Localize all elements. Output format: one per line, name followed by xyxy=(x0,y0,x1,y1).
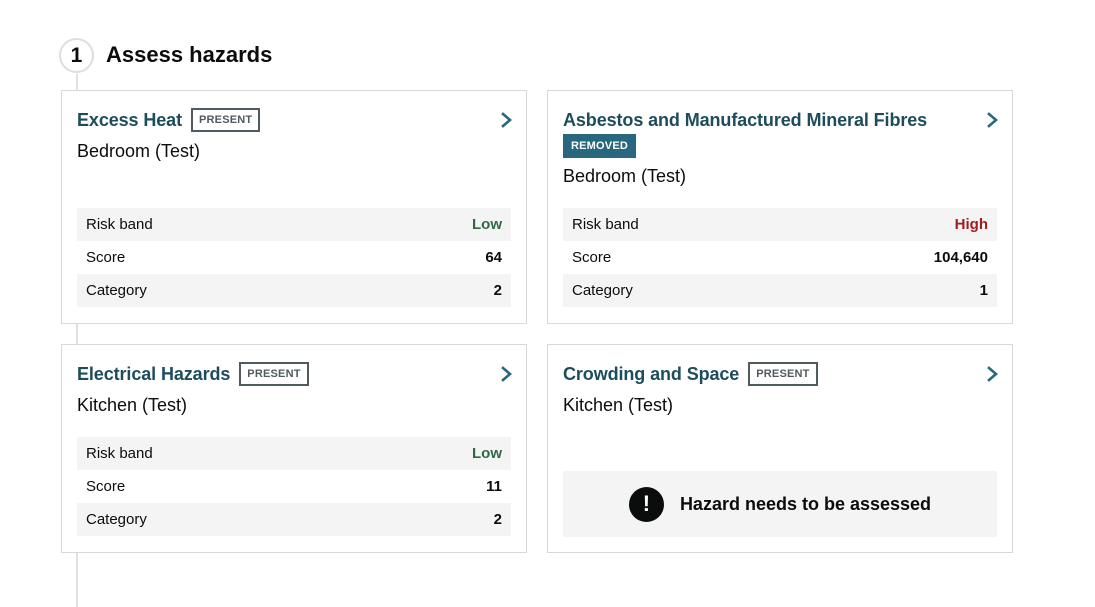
score-value: 104,640 xyxy=(933,249,988,266)
assessment-needed-text: Hazard needs to be assessed xyxy=(679,493,932,514)
hazard-summary-table: Risk band Low Score 11 Category 2 xyxy=(77,437,511,536)
risk-band-value: Low xyxy=(472,216,502,233)
row-label: Category xyxy=(86,282,147,299)
table-row: Category 2 xyxy=(77,503,511,536)
hazard-card-excess-heat[interactable]: Excess Heat PRESENT Bedroom (Test) Risk … xyxy=(61,90,527,324)
hazard-card-crowding[interactable]: Crowding and Space PRESENT Kitchen (Test… xyxy=(547,344,1013,553)
row-label: Risk band xyxy=(572,216,639,233)
hazard-location: Kitchen (Test) xyxy=(563,395,674,415)
hazard-summary-table: Risk band High Score 104,640 Category 1 xyxy=(563,208,997,307)
chevron-right-icon[interactable] xyxy=(986,365,1000,383)
card-header: Asbestos and Manufactured Mineral Fibres xyxy=(563,107,997,133)
exclamation-icon: ! xyxy=(628,486,664,522)
chevron-right-icon[interactable] xyxy=(500,111,514,129)
row-label: Score xyxy=(86,249,126,266)
card-header: Crowding and Space PRESENT xyxy=(563,361,997,387)
score-value: 64 xyxy=(485,249,502,266)
table-row: Score 104,640 xyxy=(563,241,997,274)
table-row: Risk band Low xyxy=(77,437,511,470)
category-value: 2 xyxy=(493,511,502,528)
table-row: Score 11 xyxy=(77,470,511,503)
status-tag: PRESENT xyxy=(190,108,261,132)
row-label: Score xyxy=(86,478,126,495)
assessment-needed-notice: ! Hazard needs to be assessed xyxy=(563,471,997,537)
score-value: 11 xyxy=(486,478,502,495)
row-label: Category xyxy=(86,511,147,528)
hazard-location: Bedroom (Test) xyxy=(77,141,201,161)
card-header: Excess Heat PRESENT xyxy=(77,107,511,133)
table-row: Risk band High xyxy=(563,208,997,241)
status-tag: REMOVED xyxy=(563,134,637,158)
hazard-title[interactable]: Electrical Hazards xyxy=(77,362,230,386)
step-title: Assess hazards xyxy=(106,42,273,67)
category-value: 1 xyxy=(979,282,988,299)
hazard-card-asbestos[interactable]: Asbestos and Manufactured Mineral Fibres… xyxy=(547,90,1013,324)
hazard-title[interactable]: Crowding and Space xyxy=(563,362,739,386)
status-tag: PRESENT xyxy=(748,362,818,386)
table-row: Score 64 xyxy=(77,241,511,274)
hazard-location: Bedroom (Test) xyxy=(563,166,687,186)
row-label: Score xyxy=(572,249,612,266)
risk-band-value: High xyxy=(954,216,988,233)
hazard-title[interactable]: Excess Heat xyxy=(77,108,182,132)
hazard-summary-table: Risk band Low Score 64 Category 2 xyxy=(77,208,511,307)
status-tag: PRESENT xyxy=(239,362,309,386)
row-label: Category xyxy=(572,282,633,299)
table-row: Category 2 xyxy=(77,274,511,307)
category-value: 2 xyxy=(493,282,502,299)
row-label: Risk band xyxy=(86,445,153,462)
chevron-right-icon[interactable] xyxy=(500,365,514,383)
table-row: Risk band Low xyxy=(77,208,511,241)
card-header: Electrical Hazards PRESENT xyxy=(77,361,511,387)
hazard-title[interactable]: Asbestos and Manufactured Mineral Fibres xyxy=(563,108,927,132)
row-label: Risk band xyxy=(86,216,153,233)
hazard-location: Kitchen (Test) xyxy=(77,395,188,415)
hazard-card-electrical[interactable]: Electrical Hazards PRESENT Kitchen (Test… xyxy=(61,344,527,553)
risk-band-value: Low xyxy=(472,445,502,462)
chevron-right-icon[interactable] xyxy=(986,111,1000,129)
table-row: Category 1 xyxy=(563,274,997,307)
step-number: 1 xyxy=(59,38,94,73)
